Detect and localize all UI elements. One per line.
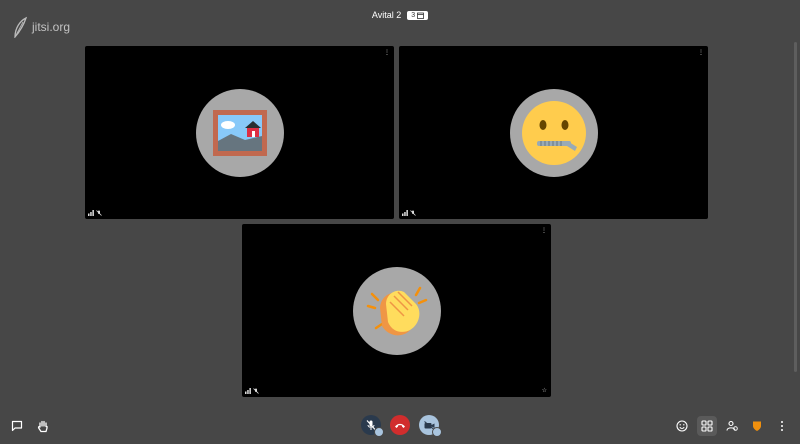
mic-muted-icon bbox=[253, 388, 259, 394]
mic-muted-icon bbox=[96, 210, 102, 216]
hangup-button[interactable] bbox=[390, 415, 410, 435]
reactions-icon bbox=[676, 420, 688, 432]
security-button[interactable] bbox=[747, 416, 767, 436]
participant-avatar bbox=[509, 88, 598, 177]
more-vertical-icon[interactable]: ⋮ bbox=[384, 49, 390, 56]
mic-settings-badge[interactable] bbox=[374, 427, 384, 437]
camera-settings-badge[interactable] bbox=[432, 427, 442, 437]
tile-status-bar bbox=[245, 388, 259, 394]
participants-button[interactable] bbox=[722, 416, 742, 436]
participant-tile-2[interactable]: ⋮ bbox=[399, 46, 708, 219]
room-name: Avital 2 bbox=[371, 10, 402, 20]
tile-view-button[interactable] bbox=[697, 416, 717, 436]
chat-icon bbox=[11, 420, 23, 432]
chat-button[interactable] bbox=[7, 416, 27, 436]
signal-icon bbox=[402, 210, 408, 216]
mic-muted-icon bbox=[410, 210, 416, 216]
bottom-toolbar bbox=[0, 408, 800, 444]
logo-text: jitsi.org bbox=[32, 20, 71, 34]
more-options-icon bbox=[781, 421, 783, 431]
participant-tile-1[interactable]: ⋮ bbox=[85, 46, 394, 219]
participant-avatar bbox=[352, 266, 441, 355]
participant-avatar bbox=[195, 88, 284, 177]
more-options-button[interactable] bbox=[772, 416, 792, 436]
participant-count-badge[interactable]: 3 bbox=[407, 10, 429, 20]
tile-view-icon bbox=[701, 420, 713, 432]
conference-header: Avital 2 3 bbox=[0, 10, 800, 20]
tile-status-bar bbox=[88, 210, 102, 216]
raise-hand-button[interactable] bbox=[33, 416, 53, 436]
hangup-icon bbox=[395, 423, 405, 428]
filmstrip-scrollbar[interactable] bbox=[794, 42, 797, 372]
security-shield-icon bbox=[753, 421, 761, 431]
more-vertical-icon[interactable]: ⋮ bbox=[698, 49, 704, 56]
participant-count: 3 bbox=[411, 11, 416, 19]
clapping-hands-emoji-icon bbox=[366, 286, 427, 335]
camera-button[interactable] bbox=[419, 415, 442, 437]
more-vertical-icon[interactable]: ⋮ bbox=[541, 227, 547, 234]
raise-hand-icon bbox=[37, 420, 48, 432]
star-icon[interactable]: ☆ bbox=[542, 387, 547, 394]
calendar-icon bbox=[417, 12, 425, 19]
participants-icon bbox=[726, 420, 738, 431]
zipper-mouth-face-emoji-icon bbox=[521, 100, 586, 165]
participant-tile-3[interactable]: ⋮ ☆ bbox=[242, 224, 551, 397]
signal-icon bbox=[245, 388, 251, 394]
tile-status-bar bbox=[402, 210, 416, 216]
framed-picture-emoji-icon bbox=[212, 109, 267, 156]
microphone-button[interactable] bbox=[361, 415, 384, 437]
signal-icon bbox=[88, 210, 94, 216]
reactions-button[interactable] bbox=[672, 416, 692, 436]
